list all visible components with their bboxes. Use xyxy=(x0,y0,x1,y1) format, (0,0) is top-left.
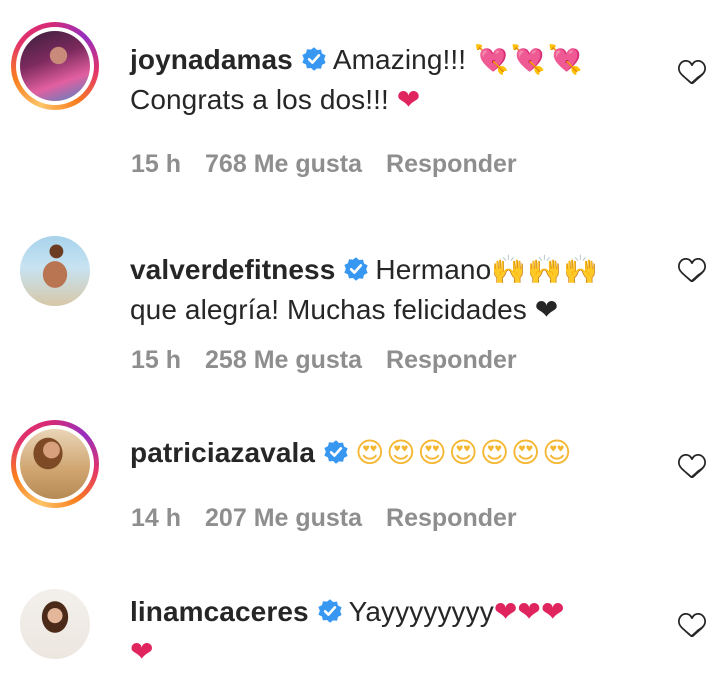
red-heart-emoji: ❤❤❤ xyxy=(493,595,565,628)
heart-like-icon[interactable] xyxy=(678,58,706,84)
avatar-wrapper[interactable] xyxy=(11,585,99,673)
avatar[interactable] xyxy=(20,31,90,101)
reply-button[interactable]: Responder xyxy=(386,150,517,178)
comments-list: joynadamas Amazing!!! 💘💘💘 Congrats a los … xyxy=(0,0,716,693)
comment-username[interactable]: valverdefitness xyxy=(130,254,335,285)
comment-likes[interactable]: 768 Me gusta xyxy=(205,150,362,178)
verified-badge-icon xyxy=(302,47,326,71)
black-heart-emoji: ❤ xyxy=(534,293,559,326)
verified-badge-icon xyxy=(344,257,369,281)
avatar[interactable] xyxy=(20,429,90,499)
heart-arrow-emoji: 💘💘💘 xyxy=(474,43,585,76)
comment-body-line1: Amazing!!! xyxy=(332,44,475,75)
red-heart-emoji: ❤ xyxy=(130,635,154,668)
avatar-story-ring[interactable] xyxy=(11,22,99,110)
comment-text: patriciazavala 😍😍😍😍😍😍😍 xyxy=(130,433,660,473)
heart-like-icon[interactable] xyxy=(678,452,706,478)
heart-like-icon[interactable] xyxy=(678,256,706,282)
comment-username[interactable]: joynadamas xyxy=(130,44,293,75)
comment-body-line1: Yayyyyyyyy xyxy=(348,596,494,627)
comment-text: linamcaceres Yayyyyyyyy❤❤❤ ❤ xyxy=(130,592,660,672)
comment-username[interactable]: linamcaceres xyxy=(130,596,309,627)
avatar-wrapper[interactable] xyxy=(11,232,99,320)
comment-text: joynadamas Amazing!!! 💘💘💘 Congrats a los … xyxy=(130,40,660,120)
comment-time[interactable]: 15 h xyxy=(131,346,181,374)
red-heart-emoji: ❤ xyxy=(396,83,421,116)
comment-meta: 15 h 768 Me gusta Responder xyxy=(131,150,541,179)
comment-time[interactable]: 15 h xyxy=(131,150,181,178)
avatar[interactable] xyxy=(20,589,90,659)
comment-meta: 15 h 258 Me gusta Responder xyxy=(131,346,541,375)
comment-likes[interactable]: 207 Me gusta xyxy=(205,504,362,532)
avatar[interactable] xyxy=(20,236,90,306)
comment-meta: 14 h 207 Me gusta Responder xyxy=(131,504,541,533)
heart-like-icon[interactable] xyxy=(678,611,706,637)
verified-badge-icon xyxy=(324,440,348,464)
comment-body-line1: Hermano xyxy=(375,254,492,285)
comment-time[interactable]: 14 h xyxy=(131,504,181,532)
comment-body-line2: que alegría! Muchas felicidades xyxy=(130,294,535,325)
heart-eyes-emoji: 😍😍😍😍😍😍😍 xyxy=(355,436,574,469)
comment-likes[interactable]: 258 Me gusta xyxy=(205,346,362,374)
comment-username[interactable]: patriciazavala xyxy=(130,437,315,468)
comment-text: valverdefitness Hermano🙌🙌🙌 que alegría! M… xyxy=(130,250,660,330)
raising-hands-emoji: 🙌🙌🙌 xyxy=(491,253,599,286)
reply-button[interactable]: Responder xyxy=(386,346,517,374)
comment-body-line2: Congrats a los dos!!! xyxy=(130,84,397,115)
avatar-story-ring[interactable] xyxy=(11,420,99,508)
reply-button[interactable]: Responder xyxy=(386,504,517,532)
verified-badge-icon xyxy=(318,599,342,623)
